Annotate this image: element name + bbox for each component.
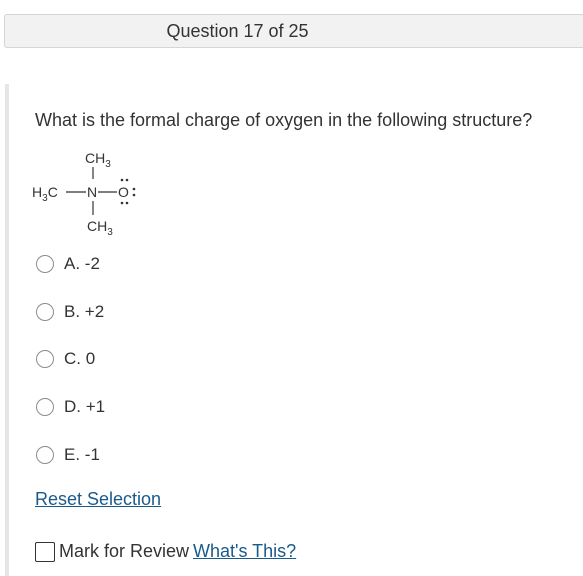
option-label: B. +2	[64, 302, 105, 321]
question-counter: Question 17 of 25	[166, 21, 309, 41]
option-b[interactable]: B. +2	[36, 300, 104, 324]
radio-button[interactable]	[36, 303, 54, 321]
radio-button[interactable]	[36, 350, 54, 368]
svg-text:CH3: CH3	[87, 218, 113, 238]
left-methyl-group: H3C	[32, 184, 58, 204]
reset-selection-link[interactable]: Reset Selection	[35, 489, 161, 510]
mark-for-review-row: Mark for Review What's This?	[35, 541, 296, 562]
svg-text:H3C: H3C	[32, 184, 58, 204]
radio-button[interactable]	[36, 446, 54, 464]
nitrogen-atom: N	[87, 184, 97, 200]
option-e[interactable]: E. -1	[36, 443, 100, 467]
bottom-methyl-group: CH3	[87, 218, 113, 238]
option-label: E. -1	[64, 445, 100, 464]
option-d[interactable]: D. +1	[36, 395, 105, 419]
option-label: D. +1	[64, 397, 106, 416]
question-header: Question 17 of 25	[4, 14, 583, 48]
svg-text:CH3: CH3	[85, 150, 111, 170]
mark-for-review-label[interactable]: Mark for Review	[59, 541, 189, 562]
option-label: A. -2	[64, 254, 100, 273]
chemical-structure: CH3 H3C N O CH3	[32, 150, 136, 238]
mark-for-review-checkbox[interactable]	[35, 541, 55, 562]
radio-button[interactable]	[36, 255, 54, 273]
radio-button[interactable]	[36, 398, 54, 416]
top-methyl-group: CH3	[85, 150, 111, 170]
question-prompt: What is the formal charge of oxygen in t…	[35, 110, 533, 130]
question-panel-border	[5, 84, 9, 576]
whats-this-link[interactable]: What's This?	[193, 541, 296, 562]
option-label: C. 0	[64, 349, 96, 368]
oxygen-atom: O	[118, 184, 129, 200]
option-a[interactable]: A. -2	[36, 252, 100, 276]
option-c[interactable]: C. 0	[36, 347, 95, 371]
